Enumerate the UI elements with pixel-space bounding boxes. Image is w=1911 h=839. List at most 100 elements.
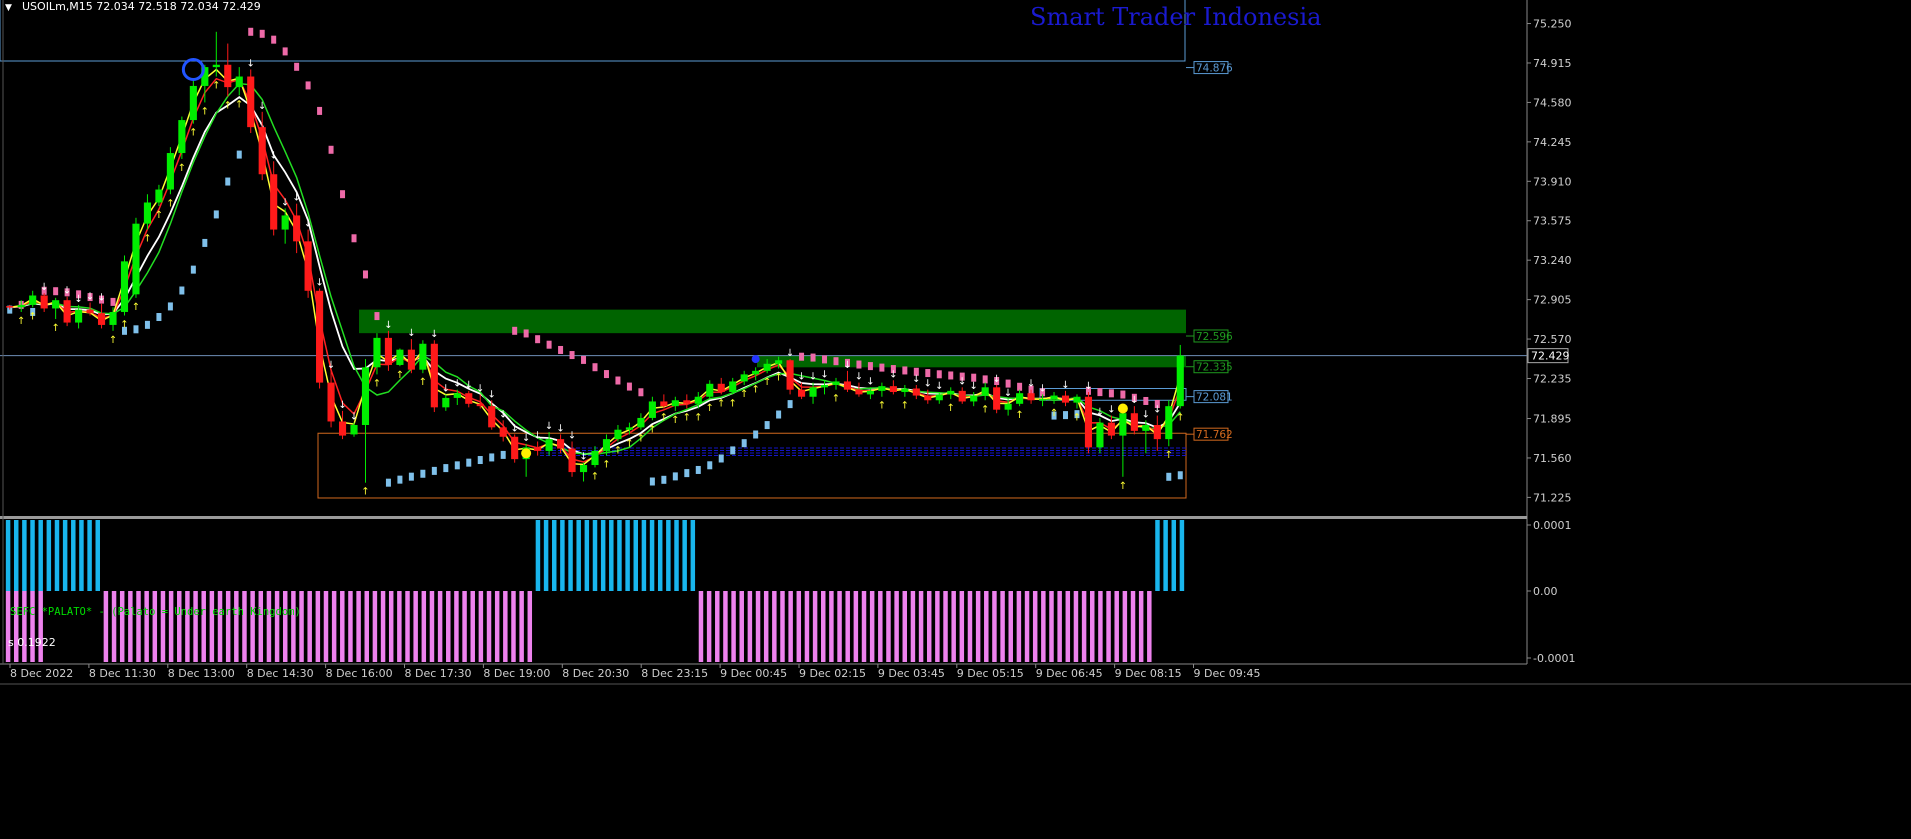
bull-candle <box>740 374 748 382</box>
histogram-bar <box>494 591 500 662</box>
histogram-bar <box>136 591 141 662</box>
histogram-bar <box>943 591 948 662</box>
histogram-bar <box>690 520 696 591</box>
bull-candle <box>1119 413 1127 436</box>
bear-candle <box>717 383 725 393</box>
sar-dot <box>443 464 449 473</box>
arrow-down-icon: ↓ <box>476 383 484 394</box>
sar-dot <box>684 469 690 478</box>
current-price-label: 72.429 <box>1531 350 1570 363</box>
sub-tick-label: 0.00 <box>1533 585 1558 598</box>
sar-dot <box>810 353 816 362</box>
bear-candle <box>534 447 542 451</box>
histogram-bar <box>739 591 744 662</box>
bear-candle <box>1027 393 1035 401</box>
histogram-bar <box>674 520 679 591</box>
bull-candle <box>545 439 553 451</box>
bull-candle <box>52 300 60 309</box>
histogram-bar <box>568 520 573 591</box>
sar-dot <box>569 351 575 360</box>
histogram-bar <box>62 520 68 591</box>
histogram-bar <box>421 591 427 662</box>
histogram-bar <box>1049 591 1054 662</box>
histogram-bar <box>437 591 443 662</box>
arrow-down-icon: ↓ <box>522 433 530 444</box>
time-tick-label: 9 Dec 06:45 <box>1036 667 1103 680</box>
bull-candle <box>729 381 737 393</box>
sar-dot <box>879 363 885 372</box>
bear-candle <box>1130 413 1138 431</box>
histogram-bar <box>935 591 940 662</box>
time-tick-label: 8 Dec 17:30 <box>405 667 472 680</box>
sar-dot <box>282 47 288 56</box>
histogram-bar <box>95 520 100 591</box>
histogram-bar <box>454 591 459 662</box>
bull-candle <box>75 309 83 323</box>
histogram-bar <box>878 591 883 662</box>
time-tick-label: 8 Dec 14:30 <box>247 667 314 680</box>
bull-candle <box>602 439 611 451</box>
sar-dot <box>626 382 632 391</box>
time-tick-label: 9 Dec 03:45 <box>878 667 945 680</box>
histogram-bar <box>1065 591 1071 662</box>
arrow-down-icon: ↓ <box>809 372 817 383</box>
sar-dot <box>225 177 231 186</box>
arrow-down-icon: ↓ <box>797 372 805 383</box>
bear-candle <box>224 64 232 88</box>
arrow-up-icon: ↑ <box>694 413 702 424</box>
sar-dot <box>603 370 609 379</box>
histogram-bar <box>266 591 272 662</box>
histogram-bar <box>111 591 117 662</box>
arrow-down-icon: ↓ <box>338 400 346 411</box>
sar-dot <box>431 466 437 475</box>
sar-dot <box>1166 472 1172 481</box>
bear-candle <box>1107 422 1115 436</box>
arrow-up-icon: ↑ <box>120 320 128 331</box>
histogram-bar <box>649 520 655 591</box>
arrow-up-icon: ↑ <box>729 398 737 409</box>
sar-dot <box>982 375 988 384</box>
bull-candle <box>752 370 760 375</box>
histogram-bar <box>128 591 133 662</box>
sar-dot <box>753 430 759 439</box>
bull-candle <box>1165 406 1173 440</box>
indicator-caption: SEFC *PALATO* - (Palato = Under earth Ki… <box>10 606 301 618</box>
sar-dot <box>466 458 472 467</box>
histogram-bar <box>926 591 932 662</box>
sar-dot <box>259 29 265 38</box>
price-tick-label: 72.235 <box>1533 372 1572 385</box>
bull-candle <box>109 311 117 325</box>
arrow-up-icon: ↑ <box>132 302 140 313</box>
sar-dot <box>305 81 311 90</box>
histogram-bar <box>46 520 52 591</box>
signal-circle-icon <box>181 57 205 81</box>
indicator-subwindow[interactable]: 0.0001 0.00 -0.0001 <box>5 519 1576 665</box>
trading-chart[interactable]: ↑ ↑↓↑↓↓ ↓ ↓↑↑↑↑↑↑↑↑↑↑↑ ↑↓↓↓↓ ↓↓↓↓↓↓↑↑↓↑↓↑↓↓ ↓ ↓… <box>0 0 1911 839</box>
histogram-bar <box>560 520 565 591</box>
histogram-bar <box>217 591 223 662</box>
bear-candle <box>97 313 106 325</box>
arrow-down-icon: ↓ <box>568 430 576 441</box>
time-tick-label: 9 Dec 02:15 <box>799 667 866 680</box>
time-tick-label: 9 Dec 00:45 <box>720 667 787 680</box>
arrow-down-icon: ↓ <box>992 374 1000 385</box>
arrow-up-icon: ↑ <box>981 404 989 415</box>
sar-dot <box>179 286 185 295</box>
sar-dot <box>500 450 506 459</box>
symbol-dropdown-icon[interactable]: ▼ <box>5 3 12 13</box>
histogram-bar <box>886 591 891 662</box>
bull-candle <box>212 64 220 68</box>
bull-candle <box>396 349 404 365</box>
time-tick-label: 9 Dec 08:15 <box>1115 667 1182 680</box>
main-price-pane[interactable]: ↑ ↑↓↑↓↓ ↓ ↓↑↑↑↑↑↑↑↑↑↑↑ ↑↓↓↓↓ ↓↓↓↓↓↓↑↑↓↑↓↑↓↓ ↓ ↓… <box>0 0 1572 504</box>
histogram-bar <box>804 591 810 662</box>
bear-candle <box>958 390 966 402</box>
bear-candle <box>683 400 691 404</box>
histogram-bar <box>299 591 304 662</box>
histogram-bar <box>79 520 84 591</box>
arrow-up-icon: ↑ <box>706 403 714 414</box>
level-tag-label: 74.876 <box>1196 63 1233 75</box>
histogram-bar <box>763 591 769 662</box>
bear-candle <box>293 215 301 242</box>
bull-candle <box>591 450 599 466</box>
